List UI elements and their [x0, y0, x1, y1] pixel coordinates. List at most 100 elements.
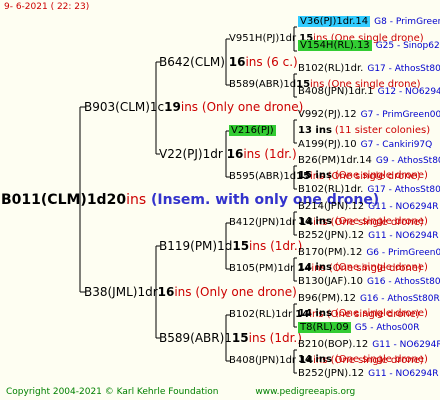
website-link[interactable]: www.pedigreeapis.org: [255, 387, 355, 397]
gen2-queen-entry: B589(ABR)115ins (1dr.): [159, 331, 302, 345]
insemination-note: (One single drone): [334, 170, 428, 181]
insemination-note: (Only one drone): [195, 285, 297, 299]
queen-name: B408(JPN)1dr.1: [298, 86, 374, 97]
insemination-note: (6 c.): [266, 55, 298, 69]
gen4-entry: V154H(RL).13 G25 - Sinop62R: [298, 40, 440, 52]
queen-name: B102(RL)1dr.: [298, 184, 364, 195]
origin-info: G11 - NO6294R: [372, 340, 440, 350]
origin-info: G11 - NO6294R: [368, 231, 439, 241]
gen4-entry: A199(PJ).10 G7 - Cankiri97Q: [298, 139, 432, 151]
insemination-info: 16ins: [226, 147, 261, 161]
queen-name: B252(JPN).12: [298, 230, 365, 241]
gen1-queen-entry: B38(JML)1dr16ins (Only one drone): [84, 285, 297, 299]
insemination-info: 14 ins: [298, 308, 332, 319]
insemination-note: (11 sister colonies): [334, 125, 431, 136]
gen4-entry: B210(BOP).12 G11 - NO6294R: [298, 339, 440, 351]
origin-info: G16 - AthosSt80R: [359, 294, 440, 304]
queen-name: B170(PM).12: [298, 247, 363, 258]
insemination-note: (One single drone): [334, 216, 428, 227]
insemination-note: (Only one drone): [201, 100, 304, 114]
origin-info: G7 - PrimGreen00: [360, 110, 440, 120]
insemination-info: 14 ins: [298, 262, 332, 273]
queen-name: B96(PM).12: [298, 293, 356, 304]
queen-name: B595(ABR)1d: [229, 171, 297, 182]
origin-info: G11 - NO6294R: [368, 202, 439, 212]
queen-name: B26(PM)1dr.14: [298, 155, 372, 166]
queen-name: B412(JPN)1dr: [229, 217, 297, 228]
gen4-entry: B170(PM).12 G6 - PrimGreen00: [298, 247, 440, 259]
gen4-entry: B130(JAF).10 G16 - AthosSt80R: [298, 276, 440, 288]
queen-name: B130(JAF).10: [298, 276, 364, 287]
queen-name: B252(JPN).12: [298, 368, 365, 379]
insemination-info: 20ins: [106, 192, 147, 208]
queen-name: B119(PM)1d: [159, 239, 233, 253]
gen4-entry: T8(RL).09 G5 - Athos00R: [298, 322, 420, 334]
queen-name: B102(RL)1dr.: [298, 63, 364, 74]
origin-info: G11 - NO6294R: [368, 369, 439, 379]
gen4-entry: B26(PM)1dr.14G9 - AthosSt80R: [298, 155, 440, 167]
gen4-entry: 14 ins (One single drone): [298, 216, 428, 228]
queen-name: B589(ABR)1d: [229, 79, 297, 90]
insemination-note: (1dr.): [264, 147, 297, 161]
gen4-entry: 13 ins (11 sister colonies): [298, 125, 430, 137]
queen-name: B642(CLM): [159, 55, 225, 69]
gen4-entry: B252(JPN).12 G11 - NO6294R: [298, 368, 439, 380]
insemination-info: 16ins: [228, 55, 263, 69]
insemination-note: (One single drone): [334, 262, 428, 273]
queen-name: B903(CLM)1c: [84, 100, 165, 114]
gen2-queen-entry: B642(CLM) 16ins (6 c.): [159, 55, 298, 69]
origin-info: G16 - AthosSt80R: [367, 277, 440, 287]
gen3-queen-entry: V216(PJ): [229, 124, 276, 137]
gen4-entry: B252(JPN).12 G11 - NO6294R: [298, 230, 439, 242]
queen-name: B102(RL)1dr: [229, 309, 293, 320]
queen-name: V154H(RL).13: [298, 40, 372, 51]
insemination-info: 19ins: [164, 100, 199, 114]
origin-info: G12 - NO6294R: [377, 87, 440, 97]
gen4-entry: V992(PJ).12 G7 - PrimGreen00: [298, 109, 440, 121]
pedigree-tree: 9- 6-2021 ( 22: 23) B011(CLM)1d20ins (In…: [0, 0, 440, 400]
gen4-entry: 14 ins (One single drone): [298, 354, 428, 366]
insemination-info: 14 ins: [298, 216, 332, 227]
queen-name: V36(PJ)1dr.14: [298, 16, 371, 27]
gen4-entry: B102(RL)1dr. G17 - AthosSt80R: [298, 63, 440, 75]
origin-info: G25 - Sinop62R: [375, 41, 440, 51]
gen2-queen-entry: V22(PJ)1dr 16ins (1dr.): [159, 147, 297, 161]
origin-info: G7 - Cankiri97Q: [360, 140, 433, 150]
queen-name: B589(ABR)1: [159, 331, 232, 345]
insemination-note: (One single drone): [334, 354, 428, 365]
queen-name: B214(JPN).12: [298, 201, 365, 212]
copyright-text: Copyright 2004-2021 © Karl Kehrle Founda…: [6, 387, 219, 397]
insemination-info: 15 ins: [298, 170, 332, 181]
queen-name: B38(JML)1dr: [84, 285, 158, 299]
gen4-entry: B214(JPN).12 G11 - NO6294R: [298, 201, 439, 213]
gen4-entry: B408(JPN)1dr.1G12 - NO6294R: [298, 86, 440, 98]
origin-info: G17 - AthosSt80R: [367, 64, 440, 74]
queen-name: V216(PJ): [229, 125, 276, 136]
queen-name: B210(BOP).12: [298, 339, 369, 350]
gen4-entry: 14 ins (One single drone): [298, 308, 428, 320]
insemination-info: 13 ins: [298, 125, 332, 136]
origin-info: G6 - PrimGreen00: [366, 248, 440, 258]
origin-info: G9 - AthosSt80R: [375, 156, 440, 166]
insemination-note: (One single drone): [334, 308, 428, 319]
gen2-queen-entry: B119(PM)1d15ins (1dr.): [159, 239, 302, 253]
gen4-entry: B102(RL)1dr. G17 - AthosSt80R: [298, 184, 440, 196]
queen-name: A199(PJ).10: [298, 139, 357, 150]
insemination-info: 14 ins: [298, 354, 332, 365]
origin-info: G8 - PrimGreen00: [374, 17, 440, 27]
queen-name: B105(PM)1dr: [229, 263, 295, 274]
queen-name: B408(JPN)1dr: [229, 355, 297, 366]
print-date: 9- 6-2021 ( 22: 23): [4, 2, 90, 12]
queen-name: V951H(PJ)1dr: [229, 33, 297, 44]
gen4-entry: V36(PJ)1dr.14G8 - PrimGreen00: [298, 16, 440, 28]
insemination-info: 16ins: [157, 285, 192, 299]
insemination-info: 15ins: [232, 239, 267, 253]
queen-name: T8(RL).09: [298, 322, 351, 333]
gen4-entry: 14 ins (One single drone): [298, 262, 428, 274]
gen4-entry: 15 ins (One single drone): [298, 170, 428, 182]
gen1-queen-entry: B903(CLM)1c19ins (Only one drone): [84, 100, 303, 114]
origin-info: G17 - AthosSt80R: [367, 185, 440, 195]
gen4-entry: B96(PM).12 G16 - AthosSt80R: [298, 293, 440, 305]
queen-name: V22(PJ)1dr: [159, 147, 223, 161]
origin-info: G5 - Athos00R: [354, 323, 420, 333]
